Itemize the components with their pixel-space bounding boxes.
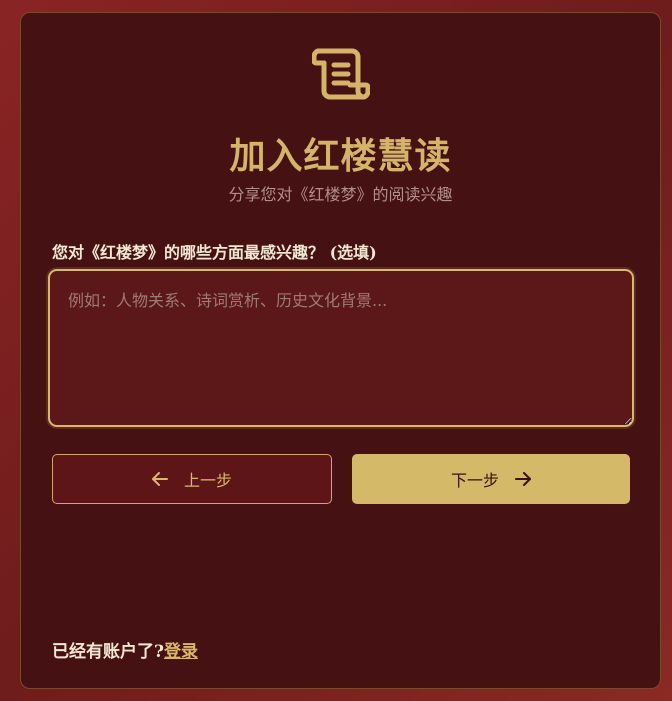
- page-title: 加入红楼慧读: [229, 135, 452, 177]
- arrow-left-icon: [151, 472, 168, 486]
- next-step-label: 下一步: [450, 471, 499, 490]
- page-subtitle: 分享您对《红楼梦》的阅读兴趣: [228, 185, 453, 204]
- interest-field-label: 您对《红楼梦》的哪些方面最感兴趣？ (选填): [52, 243, 377, 262]
- next-step-button[interactable]: 下一步: [352, 454, 630, 504]
- signup-card: 加入红楼慧读 分享您对《红楼梦》的阅读兴趣 您对《红楼梦》的哪些方面最感兴趣？ …: [20, 12, 661, 689]
- prev-step-button[interactable]: 上一步: [52, 454, 332, 504]
- login-prompt: 已经有账户了?登录: [52, 637, 198, 662]
- prev-step-label: 上一步: [183, 471, 232, 490]
- login-link[interactable]: 登录: [164, 642, 198, 662]
- scroll-icon: [311, 47, 371, 101]
- interest-textarea[interactable]: [48, 269, 634, 427]
- arrow-right-icon: [515, 472, 531, 486]
- login-prompt-text: 已经有账户了?: [52, 642, 164, 662]
